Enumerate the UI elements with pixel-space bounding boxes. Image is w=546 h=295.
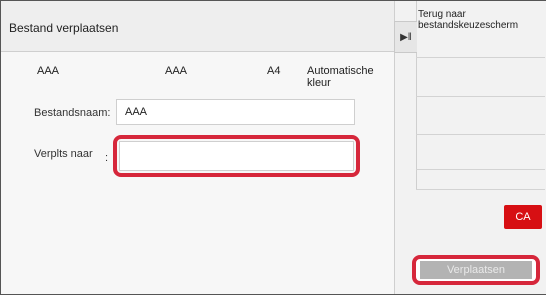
side-slot-divider [416,134,545,135]
property-color-mode: Automatische kleur [307,65,374,89]
file-properties: AAA AAA A4 Automatische kleur [1,65,394,89]
move-button[interactable]: Verplaatsen [412,255,540,285]
side-slot-divider [416,169,545,170]
property-paper-size: A4 [267,65,281,77]
destination-colon: : [105,152,109,164]
filename-field[interactable]: AAA [116,99,355,125]
dialog-frame: Bestand verplaatsen AAA AAA A4 Automatis… [0,0,546,295]
property-name-1: AAA [37,65,60,77]
move-button-label: Verplaatsen [420,261,532,279]
side-slot-divider [416,57,545,58]
back-to-file-selection-button[interactable]: Terug naar bestandskeuzescherm [418,9,543,31]
ca-button[interactable]: CA [504,205,542,229]
side-slot-divider [416,96,545,97]
title-bar: Bestand verplaatsen [1,1,394,52]
back-tab[interactable]: ▶‖ [394,21,417,53]
main-panel: Bestand verplaatsen AAA AAA A4 Automatis… [1,1,394,294]
page-title: Bestand verplaatsen [9,21,119,35]
destination-field[interactable] [119,141,354,171]
play-pause-icon: ▶‖ [400,31,412,43]
filename-label: Bestandsnaam: [34,107,111,119]
destination-label: Verplts naar [34,148,93,160]
property-name-2: AAA [165,65,188,77]
side-slot-divider [416,189,545,190]
